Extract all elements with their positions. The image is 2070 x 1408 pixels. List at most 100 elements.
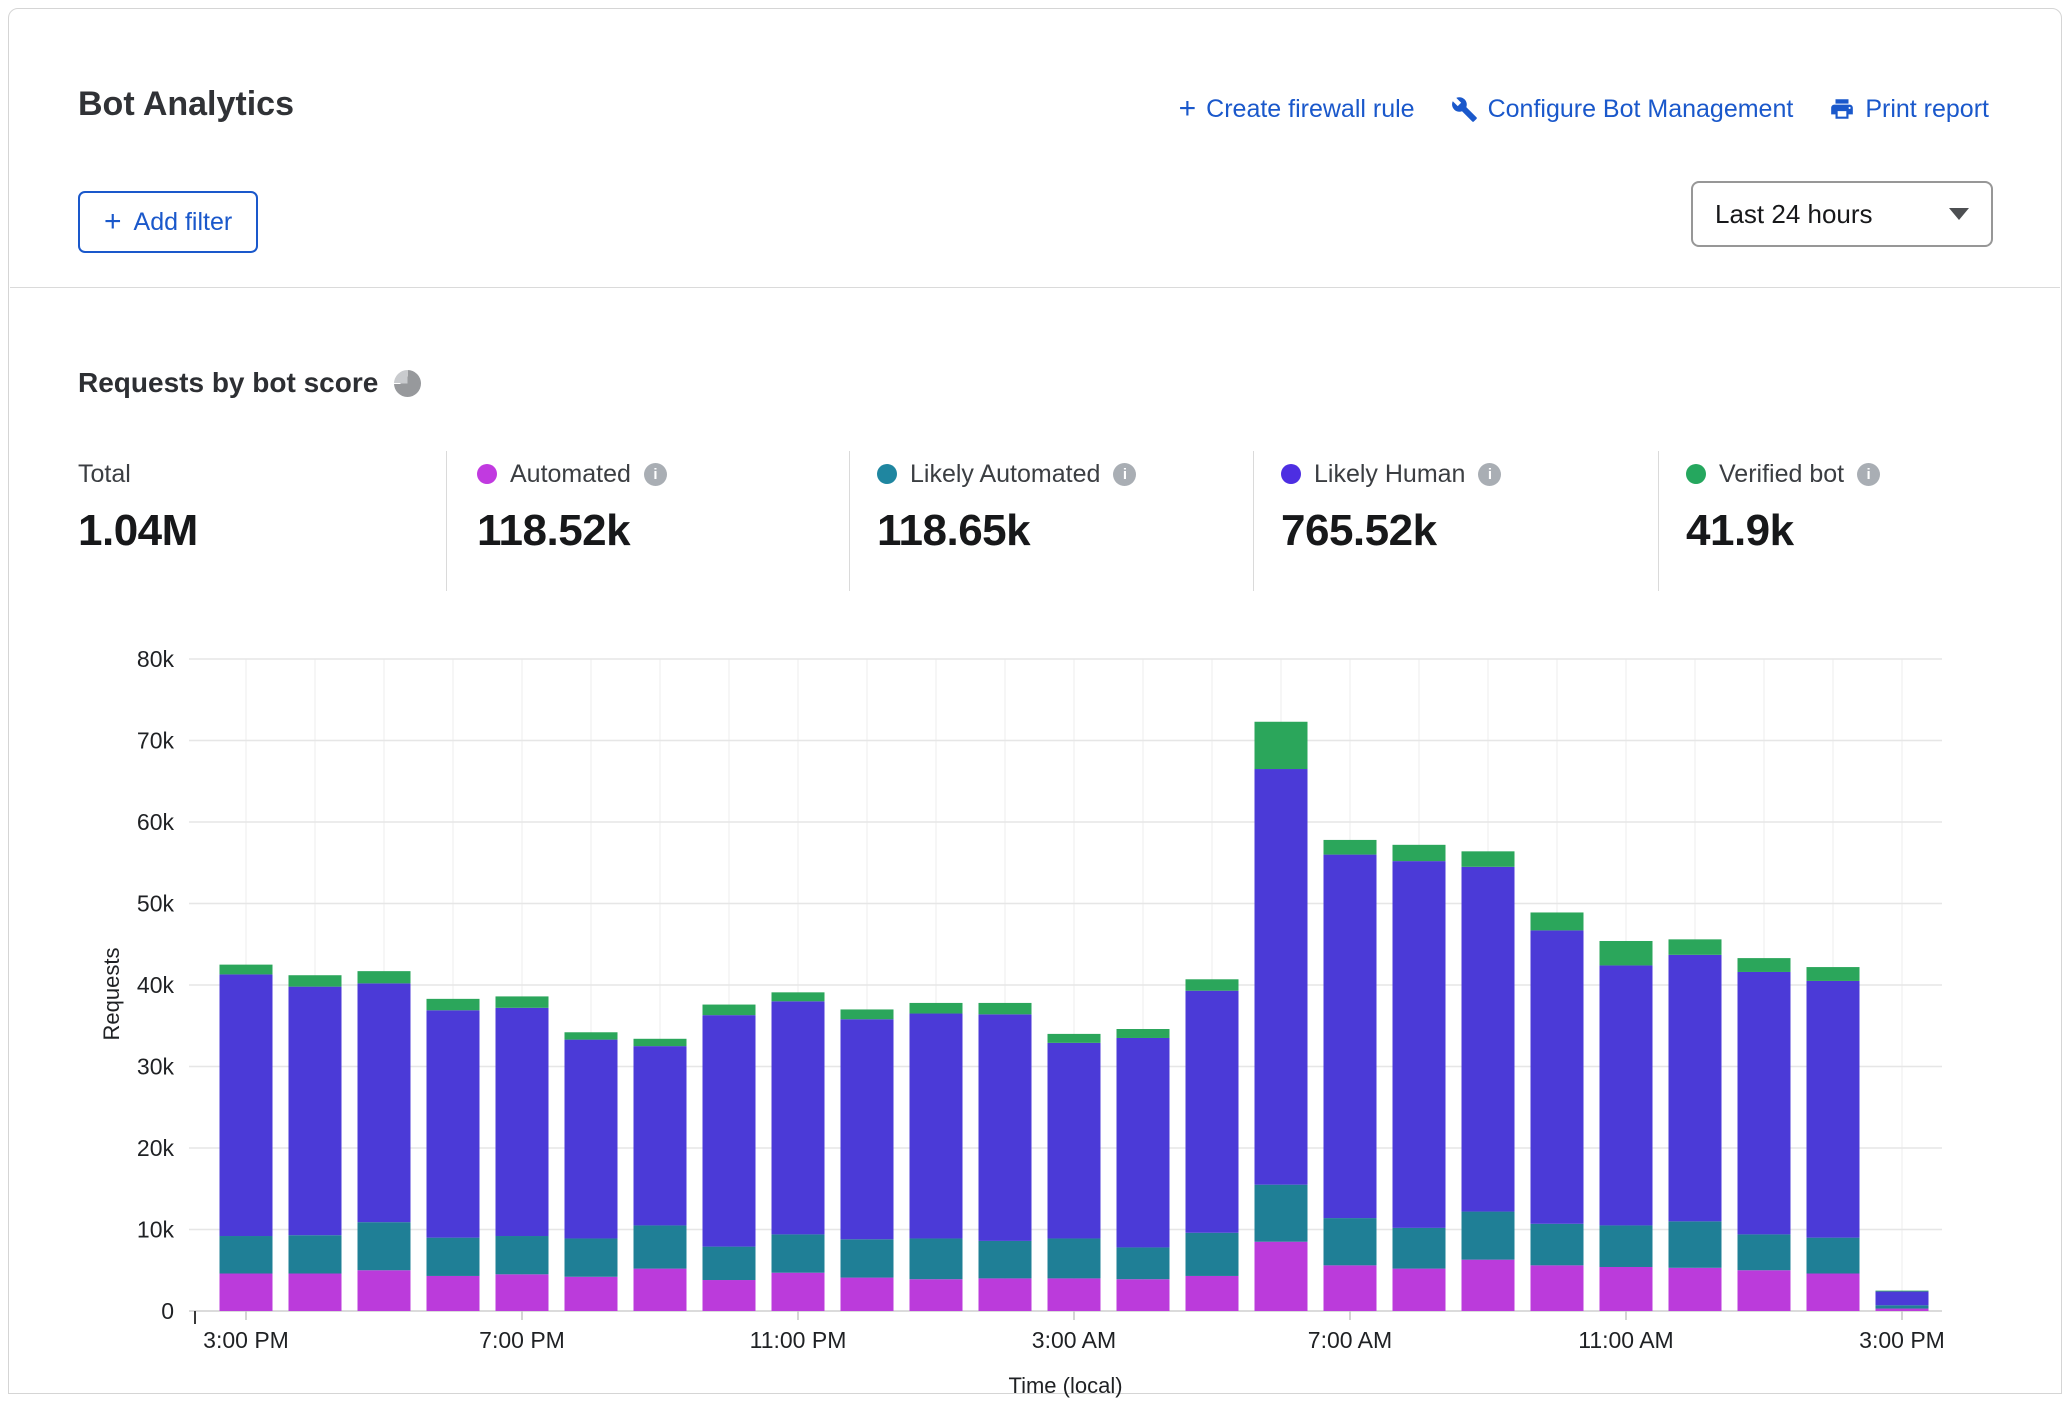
info-icon[interactable]: i <box>1113 463 1136 486</box>
bar-segment-verified-bot[interactable] <box>1462 851 1515 866</box>
bar-segment-verified-bot[interactable] <box>1324 840 1377 855</box>
bar-segment-automated[interactable] <box>1462 1260 1515 1311</box>
bar-segment-verified-bot[interactable] <box>1807 967 1860 981</box>
bar-segment-automated[interactable] <box>1048 1278 1101 1311</box>
bar-segment-likely-human[interactable] <box>358 983 411 1222</box>
bar-segment-automated[interactable] <box>1531 1265 1584 1311</box>
bar-segment-automated[interactable] <box>1255 1242 1308 1311</box>
bar-segment-likely-human[interactable] <box>772 1001 825 1234</box>
print-report-link[interactable]: Print report <box>1829 95 1989 124</box>
bar-segment-likely-automated[interactable] <box>841 1239 894 1277</box>
bar-segment-likely-automated[interactable] <box>1876 1305 1929 1308</box>
bar-segment-automated[interactable] <box>427 1276 480 1311</box>
bar-segment-verified-bot[interactable] <box>427 999 480 1010</box>
bar-segment-likely-human[interactable] <box>496 1008 549 1236</box>
bar-segment-likely-automated[interactable] <box>1738 1234 1791 1270</box>
bar-segment-likely-automated[interactable] <box>1531 1224 1584 1266</box>
bar-segment-likely-human[interactable] <box>220 974 273 1236</box>
bar-segment-likely-automated[interactable] <box>1048 1238 1101 1278</box>
bar-segment-verified-bot[interactable] <box>220 965 273 975</box>
bar-segment-automated[interactable] <box>289 1274 342 1311</box>
bar-segment-automated[interactable] <box>1876 1309 1929 1311</box>
bar-segment-likely-automated[interactable] <box>496 1236 549 1274</box>
bar-segment-likely-human[interactable] <box>910 1014 963 1239</box>
bar-segment-likely-human[interactable] <box>1738 972 1791 1234</box>
bar-segment-verified-bot[interactable] <box>703 1005 756 1016</box>
bar-segment-likely-human[interactable] <box>634 1046 687 1225</box>
bar-segment-likely-automated[interactable] <box>1117 1247 1170 1279</box>
configure-bot-management-link[interactable]: Configure Bot Management <box>1451 95 1794 124</box>
bar-segment-verified-bot[interactable] <box>1117 1029 1170 1038</box>
bar-segment-likely-automated[interactable] <box>910 1238 963 1279</box>
bar-segment-automated[interactable] <box>1117 1279 1170 1311</box>
bar-segment-likely-automated[interactable] <box>1669 1221 1722 1267</box>
bar-segment-verified-bot[interactable] <box>1186 979 1239 990</box>
bar-segment-likely-human[interactable] <box>703 1015 756 1246</box>
bar-segment-automated[interactable] <box>979 1278 1032 1311</box>
bar-segment-likely-human[interactable] <box>1600 965 1653 1225</box>
create-firewall-rule-link[interactable]: + Create firewall rule <box>1179 94 1415 124</box>
bar-segment-automated[interactable] <box>1324 1265 1377 1311</box>
bar-segment-automated[interactable] <box>910 1279 963 1311</box>
bar-segment-likely-automated[interactable] <box>289 1235 342 1273</box>
bar-segment-likely-human[interactable] <box>1186 991 1239 1233</box>
bar-segment-likely-automated[interactable] <box>565 1238 618 1276</box>
bar-segment-likely-automated[interactable] <box>1393 1228 1446 1269</box>
bar-segment-likely-automated[interactable] <box>1600 1225 1653 1267</box>
bar-segment-likely-human[interactable] <box>1255 769 1308 1185</box>
bar-segment-likely-automated[interactable] <box>1462 1212 1515 1260</box>
bar-segment-likely-automated[interactable] <box>979 1241 1032 1278</box>
bar-segment-likely-automated[interactable] <box>220 1236 273 1273</box>
bar-segment-verified-bot[interactable] <box>289 975 342 986</box>
bar-segment-verified-bot[interactable] <box>979 1003 1032 1014</box>
bar-segment-likely-human[interactable] <box>1531 930 1584 1223</box>
bar-segment-verified-bot[interactable] <box>910 1003 963 1014</box>
info-icon[interactable]: i <box>644 463 667 486</box>
bar-segment-automated[interactable] <box>1186 1276 1239 1311</box>
bar-segment-automated[interactable] <box>358 1270 411 1311</box>
bar-segment-likely-automated[interactable] <box>427 1238 480 1276</box>
bar-segment-likely-human[interactable] <box>1393 861 1446 1228</box>
bar-segment-verified-bot[interactable] <box>358 971 411 983</box>
bar-segment-automated[interactable] <box>565 1277 618 1311</box>
bar-segment-automated[interactable] <box>634 1269 687 1311</box>
bar-segment-likely-human[interactable] <box>427 1010 480 1237</box>
bar-segment-verified-bot[interactable] <box>1669 939 1722 954</box>
bar-segment-automated[interactable] <box>1669 1268 1722 1311</box>
bar-segment-automated[interactable] <box>772 1273 825 1311</box>
bar-segment-likely-automated[interactable] <box>1324 1218 1377 1265</box>
bar-segment-verified-bot[interactable] <box>1600 941 1653 965</box>
bar-segment-automated[interactable] <box>496 1274 549 1311</box>
bar-segment-likely-automated[interactable] <box>703 1247 756 1280</box>
bar-segment-verified-bot[interactable] <box>1048 1034 1101 1043</box>
bar-segment-likely-human[interactable] <box>841 1019 894 1239</box>
bar-segment-automated[interactable] <box>1600 1267 1653 1311</box>
bar-segment-automated[interactable] <box>220 1274 273 1311</box>
info-icon[interactable]: i <box>1857 463 1880 486</box>
bar-segment-likely-automated[interactable] <box>1186 1233 1239 1276</box>
bar-segment-likely-human[interactable] <box>979 1014 1032 1241</box>
bar-segment-likely-human[interactable] <box>1324 855 1377 1218</box>
bar-segment-automated[interactable] <box>1738 1270 1791 1311</box>
bar-segment-verified-bot[interactable] <box>1255 722 1308 769</box>
bar-segment-likely-human[interactable] <box>1117 1038 1170 1247</box>
bar-segment-likely-human[interactable] <box>1048 1043 1101 1239</box>
bar-segment-likely-human[interactable] <box>1876 1291 1929 1305</box>
add-filter-button[interactable]: + Add filter <box>78 191 258 253</box>
bar-segment-likely-automated[interactable] <box>1255 1185 1308 1242</box>
bar-segment-likely-human[interactable] <box>1462 867 1515 1212</box>
bar-segment-automated[interactable] <box>1393 1269 1446 1311</box>
info-icon[interactable]: i <box>1478 463 1501 486</box>
bar-segment-verified-bot[interactable] <box>565 1032 618 1039</box>
bar-segment-automated[interactable] <box>1807 1274 1860 1311</box>
bar-segment-verified-bot[interactable] <box>496 996 549 1007</box>
bar-segment-automated[interactable] <box>841 1278 894 1311</box>
bar-segment-verified-bot[interactable] <box>772 992 825 1001</box>
bar-segment-verified-bot[interactable] <box>1738 958 1791 972</box>
time-range-select[interactable]: Last 24 hours <box>1691 181 1993 247</box>
bar-segment-likely-human[interactable] <box>1807 981 1860 1238</box>
bar-segment-likely-human[interactable] <box>1669 955 1722 1222</box>
bar-segment-verified-bot[interactable] <box>1531 912 1584 930</box>
bar-segment-likely-automated[interactable] <box>772 1234 825 1272</box>
bar-segment-likely-automated[interactable] <box>1807 1238 1860 1274</box>
